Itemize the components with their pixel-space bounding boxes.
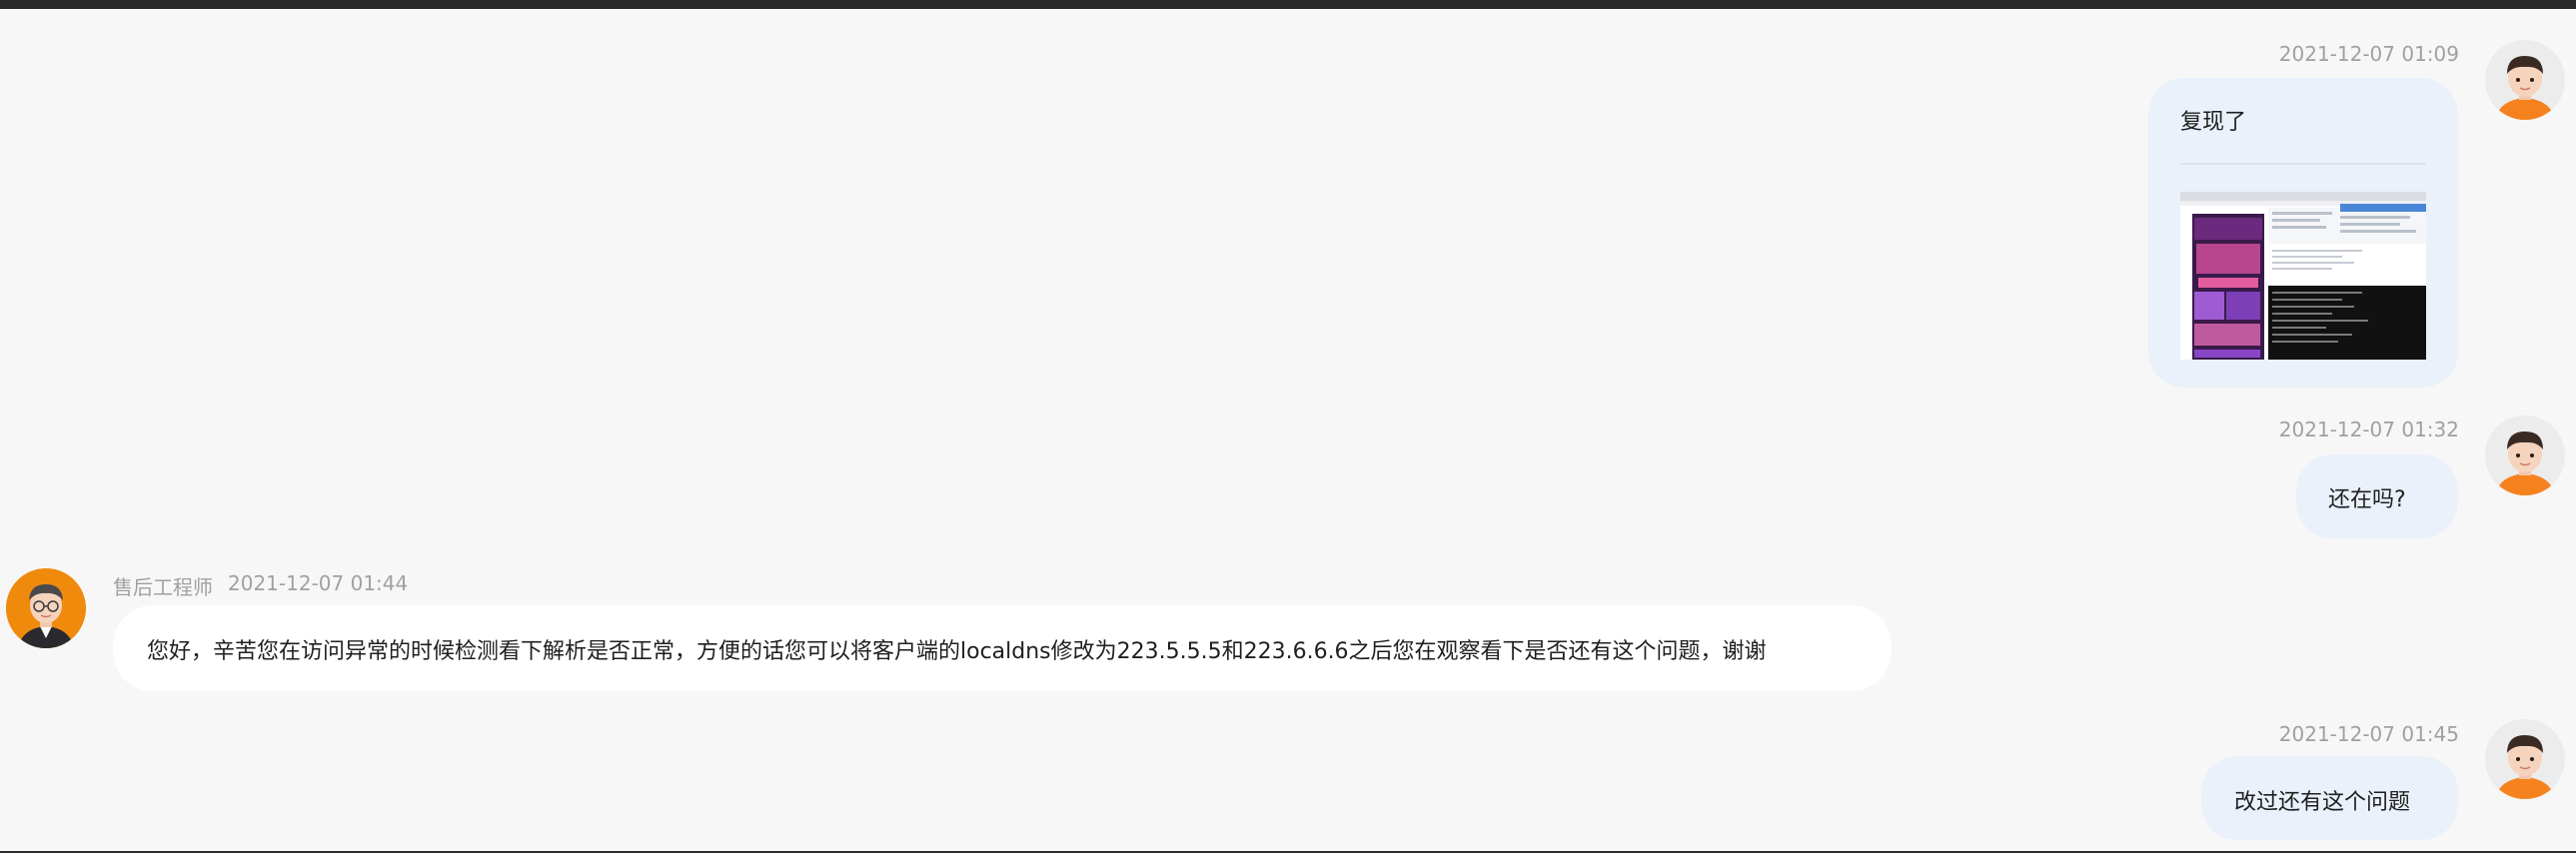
attached-screenshot-thumbnail[interactable] xyxy=(2180,192,2426,360)
message-timestamp: 2021-12-07 01:32 xyxy=(2278,418,2459,441)
user-avatar-icon[interactable] xyxy=(2485,719,2565,799)
user-avatar-icon[interactable] xyxy=(2485,40,2565,120)
user-message-bubble[interactable]: 还在吗? xyxy=(2296,454,2458,538)
window-top-bar xyxy=(0,0,2576,9)
agent-avatar-icon[interactable] xyxy=(6,568,86,648)
user-message-bubble[interactable]: 复现了 xyxy=(2148,78,2458,388)
message-timestamp: 2021-12-07 01:09 xyxy=(2278,42,2459,66)
user-message-bubble[interactable]: 改过还有这个问题 xyxy=(2201,756,2458,840)
message-timestamp: 2021-12-07 01:44 xyxy=(228,571,409,595)
user-avatar-icon[interactable] xyxy=(2485,416,2565,495)
sender-name: 售后工程师 xyxy=(113,575,213,599)
message-text: 改过还有这个问题 xyxy=(2234,790,2411,815)
message-text: 复现了 xyxy=(2180,110,2247,135)
message-divider xyxy=(2180,163,2426,165)
message-text: 还在吗? xyxy=(2328,487,2406,512)
message-text: 您好，辛苦您在访问异常的时候检测看下解析是否正常，方便的话您可以将客户端的loc… xyxy=(147,639,1767,664)
message-timestamp: 2021-12-07 01:45 xyxy=(2278,722,2459,746)
agent-message-bubble[interactable]: 您好，辛苦您在访问异常的时候检测看下解析是否正常，方便的话您可以将客户端的loc… xyxy=(113,605,1892,691)
